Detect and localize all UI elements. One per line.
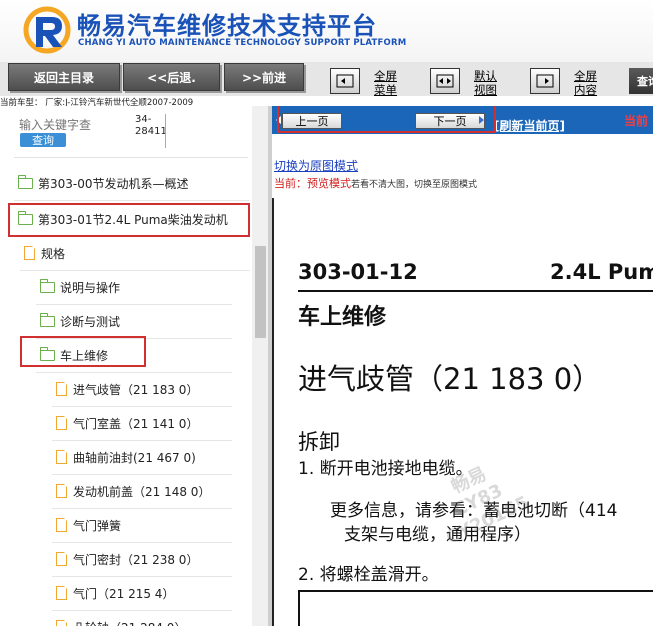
switch-original-mode-link[interactable]: 切换为原图模式 [274, 157, 358, 174]
keyword-search-input[interactable] [19, 118, 129, 132]
doc-figure-frame [298, 590, 653, 626]
folder-icon [17, 174, 33, 189]
tree-item-label: 气门密封（21 238 0） [73, 552, 199, 567]
tree-item[interactable]: 气门密封（21 238 0） [56, 548, 198, 570]
document-preview: 303-01-12 2.4L Puma 车上维修 进气歧管（21 183 0） … [272, 198, 653, 626]
tree-item-label: 进气歧管（21 183 0） [73, 382, 199, 397]
doc-step-1: 1. 断开电池接地电缆。 [298, 459, 473, 479]
page-icon [56, 449, 68, 464]
search-separator [165, 114, 166, 148]
folder-icon [39, 312, 55, 327]
tree-item-label: 凸轮轴（21 284 0） [73, 619, 186, 626]
tree-item[interactable]: 气门（21 215 4） [56, 582, 174, 604]
search-count: 34- 28411 [135, 114, 167, 137]
pager-highlight-box [277, 106, 496, 133]
page-icon [24, 245, 36, 260]
tree-item-label: 气门弹簧 [73, 518, 122, 533]
doc-heading: 进气歧管（21 183 0） [298, 362, 602, 396]
search-divider [14, 157, 248, 158]
tree-row-divider [52, 474, 232, 475]
tree-item[interactable]: 进气歧管（21 183 0） [56, 378, 198, 400]
home-directory-button[interactable]: 返回主目录 [8, 63, 120, 91]
current-mode-prefix: 当前： [274, 177, 307, 190]
default-view-link[interactable]: 默认 视图 [474, 69, 497, 97]
page-icon [56, 517, 68, 532]
forward-button[interactable]: >>前进 [224, 63, 304, 91]
tree-item[interactable]: 诊断与测试 [39, 310, 121, 332]
tree-item[interactable]: 发动机前盖（21 148 0） [56, 480, 210, 502]
tree-item[interactable]: 曲轴前油封(21 467 0) [56, 446, 196, 468]
tree-item[interactable]: 第303-00节发动机系—概述 [17, 172, 189, 194]
tree-item[interactable]: 说明与操作 [39, 276, 121, 298]
app-subtitle: CHANG YI AUTO MAINTENANCE TECHNOLOGY SUP… [78, 38, 407, 48]
tree-item-label: 气门（21 215 4） [73, 586, 175, 601]
doc-subheading: 拆卸 [298, 430, 340, 454]
current-label: 当前 [624, 114, 649, 128]
refresh-page-link[interactable]: [刷新当前页] [494, 117, 565, 134]
app-header: 畅易汽车维修技术支持平台 CHANG YI AUTO MAINTENANCE T… [0, 0, 653, 62]
current-mode-value: 预览模式 [307, 177, 351, 190]
query-button[interactable]: 查询 [629, 68, 653, 94]
tree-item[interactable]: 气门室盖（21 141 0） [56, 412, 198, 434]
page-icon [56, 585, 68, 600]
tree-item-label: 第303-00节发动机系—概述 [38, 176, 189, 191]
fullscreen-content-icon[interactable] [530, 68, 560, 94]
tree-row-divider [52, 440, 232, 441]
doc-header-right: 2.4L Puma [550, 260, 653, 284]
tree-row-divider [20, 270, 250, 271]
brand-logo-icon [23, 6, 71, 54]
toolbar: 返回主目录 <<后退. >>前进 全屏 菜单 默认 视图 全屏 内容 查询 [0, 62, 653, 97]
current-mode-hint: 若看不清大图，切换至原图模式 [351, 180, 478, 190]
tree-scrollbar[interactable] [252, 106, 268, 626]
tree-row-divider [52, 542, 232, 543]
tree-row-divider [52, 576, 232, 577]
tree-item-label: 发动机前盖（21 148 0） [73, 484, 211, 499]
fullscreen-menu-link[interactable]: 全屏 菜单 [374, 69, 397, 97]
highlight-box [8, 203, 250, 237]
app-title: 畅易汽车维修技术支持平台 [77, 12, 377, 40]
back-button[interactable]: <<后退. [123, 63, 220, 91]
tree-item[interactable]: 气门弹簧 [56, 514, 121, 536]
tree-row-divider [52, 406, 232, 407]
tree-item-label: 规格 [41, 246, 66, 261]
tree-row-divider [36, 304, 232, 305]
tree-row-divider [14, 200, 250, 201]
page-icon [56, 483, 68, 498]
doc-page-number: 303-01-12 [298, 260, 418, 284]
current-mode-line: 当前：预览模式若看不清大图，切换至原图模式 [274, 175, 477, 191]
tree-item[interactable]: 规格 [24, 242, 65, 264]
fullscreen-content-link[interactable]: 全屏 内容 [574, 69, 597, 97]
tree-item[interactable]: 凸轮轴（21 284 0） [56, 616, 186, 626]
tree-scrollbar-thumb[interactable] [255, 246, 266, 338]
tree-item-label: 诊断与测试 [60, 314, 121, 329]
doc-section-title: 车上维修 [298, 305, 387, 330]
search-button[interactable]: 查询 [20, 133, 66, 147]
page-icon [56, 415, 68, 430]
highlight-box [20, 336, 146, 367]
catalog-tree-panel: 查询 34- 28411 第303-00节发动机系—概述第303-01节2.4L… [0, 106, 270, 626]
page-icon [56, 619, 68, 626]
folder-icon [39, 278, 55, 293]
tree-row-divider [52, 508, 232, 509]
default-view-icon[interactable] [430, 68, 460, 94]
tree-item-label: 说明与操作 [60, 280, 121, 295]
doc-header-rule [298, 290, 653, 292]
tree-row-divider [52, 610, 232, 611]
content-panel: 上一页 下一页 [刷新当前页] 当前 切换为原图模式 当前：预览模式若看不清大图… [272, 106, 653, 626]
page-icon [56, 551, 68, 566]
doc-step-2: 2. 将螺栓盖滑开。 [298, 565, 439, 585]
page-icon [56, 381, 68, 396]
tree-item-label: 曲轴前油封(21 467 0) [73, 450, 196, 465]
fullscreen-menu-icon[interactable] [330, 68, 360, 94]
tree-item-label: 气门室盖（21 141 0） [73, 416, 199, 431]
tree-row-divider [36, 372, 232, 373]
